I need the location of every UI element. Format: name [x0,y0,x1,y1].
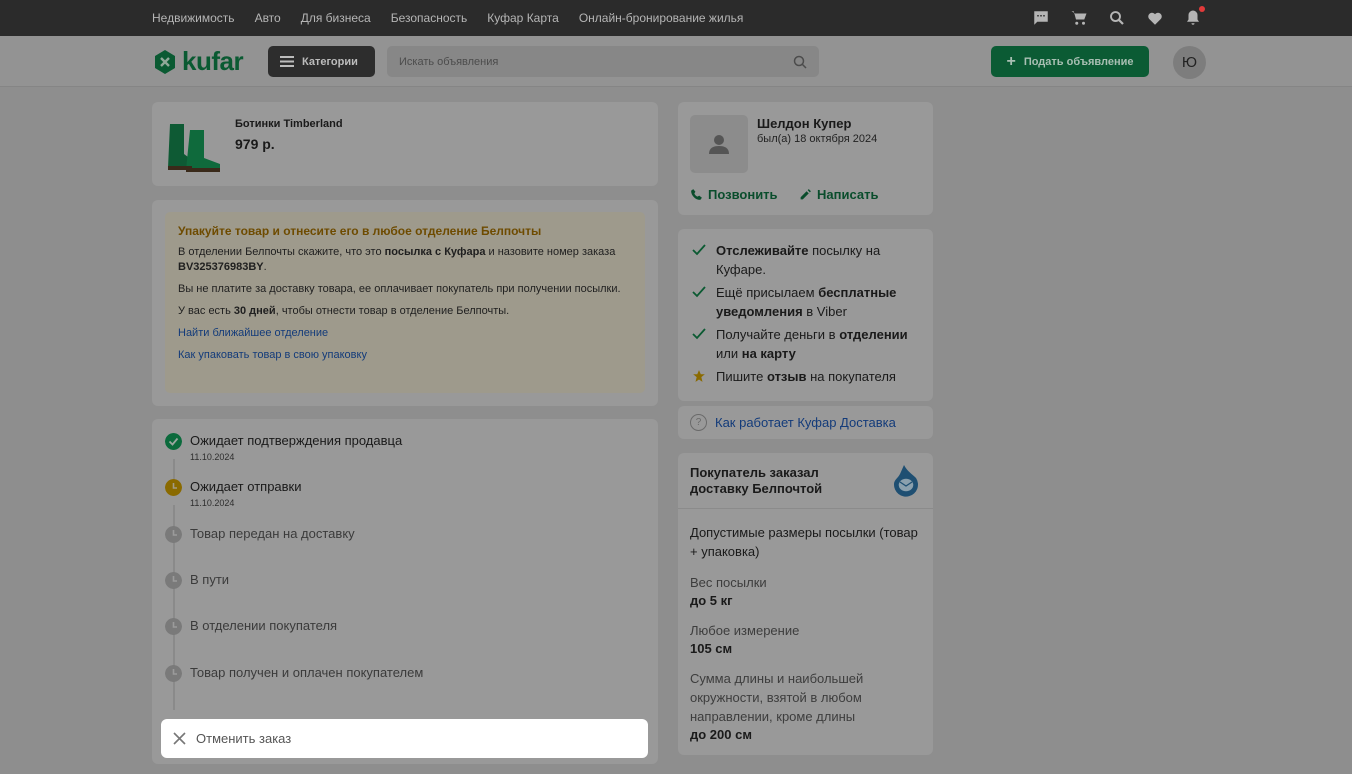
parcel-weight: Вес посылки до 5 кг [690,575,767,608]
saved-search-icon[interactable] [1108,9,1126,27]
user-avatar[interactable]: Ю [1173,46,1206,79]
timeline-step-label: Товар передан на доставку [190,526,355,541]
clock-icon [165,572,182,589]
check-icon [692,286,706,298]
write-label: Написать [817,187,879,202]
delivery-benefits-card: Отслеживайте посылку на Куфаре. Ещё прис… [678,229,933,401]
seller-avatar[interactable] [690,115,748,173]
star-icon [693,370,705,382]
menu-icon [280,56,294,67]
clock-icon [165,526,182,543]
call-button[interactable]: Позвонить [690,187,778,202]
check-icon [692,328,706,340]
site-header: kufar Категории + Подать объявление Ю [0,36,1352,87]
notifications-bell-icon[interactable] [1184,6,1205,27]
instructions-title: Упакуйте товар и отнесите его в любое от… [178,224,542,238]
cart-icon[interactable] [1070,9,1088,27]
timeline-step-date: 11.10.2024 [190,498,235,508]
timeline-step-label: Ожидает отправки [190,479,302,494]
clock-icon [165,665,182,682]
cancel-order-label: Отменить заказ [196,731,292,746]
instructions-payment: Вы не платите за доставку товара, ее опл… [178,283,621,295]
search-icon[interactable] [793,55,807,69]
top-link-booking[interactable]: Онлайн-бронирование жилья [579,11,744,25]
benefit-review: Пишите отзыв на покупателя [692,367,921,386]
top-links: Недвижимость Авто Для бизнеса Безопаснос… [152,0,743,36]
pencil-icon [800,189,811,200]
order-status-timeline: Ожидает подтверждения продавца 11.10.202… [152,419,658,764]
product-price: 979 р. [235,136,275,152]
parcel-dimension: Любое измерение 105 см [690,623,800,656]
timeline-step-date: 11.10.2024 [190,452,235,462]
seller-last-seen: был(а) 18 октября 2024 [757,133,878,145]
post-ad-label: Подать объявление [1023,55,1134,68]
search-box [387,46,819,77]
benefit-payout: Получайте деньги в отделении или на карт… [692,325,921,363]
belpost-logo-icon [893,465,918,497]
phone-icon [691,189,702,200]
packing-guide-link[interactable]: Как упаковать товар в свою упаковку [178,348,632,363]
shipping-instructions-card: Упакуйте товар и отнесите его в любое от… [152,200,658,406]
top-navigation-bar: Недвижимость Авто Для бизнеса Безопаснос… [0,0,1352,36]
top-link-map[interactable]: Куфар Карта [487,11,559,25]
timeline-step-label: В отделении покупателя [190,618,338,633]
delivery-title: Покупатель заказал доставку Белпочтой [690,465,823,496]
favorites-heart-icon[interactable] [1146,9,1164,27]
question-icon: ? [690,414,707,431]
write-message-button[interactable]: Написать [799,187,878,202]
top-link-business[interactable]: Для бизнеса [301,11,371,25]
kufar-logo[interactable]: kufar [152,46,244,77]
notification-dot [1199,6,1205,12]
check-icon [692,244,706,256]
call-label: Позвонить [708,187,778,202]
timeline-step-label: Товар получен и оплачен покупателем [190,665,424,680]
how-delivery-works-label: Как работает Куфар Доставка [715,415,896,430]
cancel-order-button[interactable]: Отменить заказ [161,719,648,758]
search-input[interactable] [399,55,793,68]
instructions-order-number: В отделении Белпочты скажите, что это по… [178,246,616,273]
categories-label: Категории [302,55,358,68]
timeline-step-label: Ожидает подтверждения продавца [190,433,403,448]
check-circle-icon [165,433,182,450]
categories-button[interactable]: Категории [268,46,375,77]
top-link-auto[interactable]: Авто [255,11,281,25]
seller-name[interactable]: Шелдон Купер [757,116,851,131]
parcel-size-heading: Допустимые размеры посылки (товар + упак… [690,525,918,559]
product-name: Ботинки Timberland [235,118,343,130]
find-office-link[interactable]: Найти ближайшее отделение [178,326,632,341]
chat-icon[interactable] [1032,9,1050,27]
kufar-logo-icon [155,49,175,74]
timeline-step-label: В пути [190,572,230,587]
top-link-safety[interactable]: Безопасность [391,11,468,25]
clock-icon [165,618,182,635]
seller-card: Шелдон Купер был(а) 18 октября 2024 Позв… [678,102,933,215]
logo-text: kufar [182,46,244,76]
benefit-viber: Ещё присылаем бесплатные уведомления в V… [692,283,921,321]
top-link-realty[interactable]: Недвижимость [152,11,235,25]
delivery-info-card: Покупатель заказал доставку Белпочтой До… [678,453,933,755]
product-card[interactable]: Ботинки Timberland 979 р. [152,102,658,186]
plus-icon: + [1006,52,1016,70]
instructions-deadline: У вас есть 30 дней, чтобы отнести товар … [178,305,510,317]
parcel-girth: Сумма длины и наибольшей окружности, взя… [690,671,864,742]
post-ad-button[interactable]: + Подать объявление [991,46,1149,77]
close-icon [173,732,186,745]
clock-icon [165,479,182,496]
product-boots-image [168,124,220,172]
shipping-instructions: Упакуйте товар и отнесите его в любое от… [165,212,645,393]
top-icons [1032,0,1205,36]
how-delivery-works-link[interactable]: ? Как работает Куфар Доставка [678,406,933,439]
user-icon [709,135,729,154]
divider [678,508,933,509]
benefit-tracking: Отслеживайте посылку на Куфаре. [692,241,921,279]
